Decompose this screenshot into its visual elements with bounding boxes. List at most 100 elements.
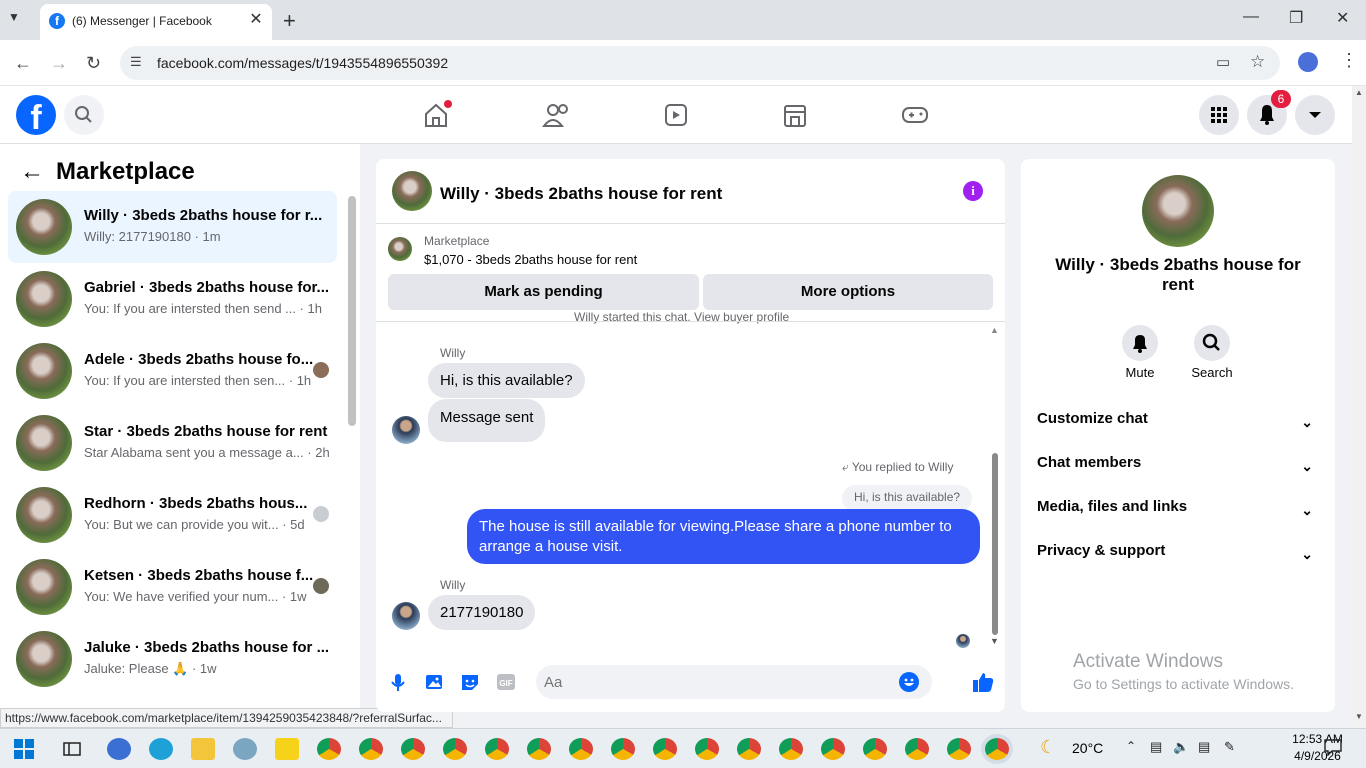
back-arrow-icon[interactable]: ← — [20, 158, 44, 186]
omnibox[interactable]: ☰ facebook.com/messages/t/19435548965503… — [120, 46, 1280, 80]
device-icon[interactable]: ▤ — [1150, 739, 1162, 755]
menu-grid-button[interactable] — [1199, 95, 1239, 135]
chrome-icon[interactable] — [863, 738, 887, 760]
sticky-notes-icon[interactable] — [275, 738, 299, 760]
chrome-icon[interactable] — [611, 738, 635, 760]
conversation-item[interactable]: Adele · 3beds 2baths house fo... You: If… — [8, 335, 337, 407]
info-icon[interactable]: i — [963, 181, 983, 201]
sticker-icon[interactable] — [459, 671, 481, 693]
file-explorer-icon[interactable] — [191, 738, 215, 760]
conversation-item[interactable]: Ketsen · 3beds 2baths house f... You: We… — [8, 551, 337, 623]
microphone-icon[interactable] — [387, 671, 409, 693]
forward-icon[interactable]: → — [50, 53, 68, 74]
facebook-logo[interactable]: f — [16, 95, 56, 137]
message-bubble-outgoing[interactable]: The house is still available for viewing… — [467, 509, 980, 564]
conversation-item[interactable]: Star · 3beds 2baths house for rent Star … — [8, 407, 337, 479]
network-icon[interactable]: ▤ — [1198, 739, 1210, 755]
conversation-item[interactable]: Willy · 3beds 2baths house for r... Will… — [8, 191, 337, 263]
scroll-up-icon[interactable]: ▲ — [1355, 88, 1363, 97]
bookmark-star-icon[interactable]: ☆ — [1250, 52, 1265, 72]
video-icon[interactable] — [656, 100, 696, 130]
page-scrollbar[interactable]: ▲ ▼ — [1352, 86, 1366, 726]
chrome-icon[interactable] — [485, 738, 509, 760]
profile-avatar[interactable] — [1298, 52, 1318, 72]
message-input[interactable] — [544, 672, 884, 692]
chrome-icon[interactable] — [905, 738, 929, 760]
chrome-icon[interactable] — [653, 738, 677, 760]
pen-icon[interactable]: ✎ — [1224, 739, 1235, 755]
media-files-links-row[interactable]: Media, files and links ⌄ — [1037, 498, 1319, 538]
edge-icon[interactable] — [149, 738, 173, 760]
privacy-support-row[interactable]: Privacy & support ⌄ — [1037, 542, 1319, 582]
chat-title[interactable]: Willy · 3beds 2baths house for rent — [440, 184, 722, 204]
chrome-icon[interactable] — [695, 738, 719, 760]
browser-tab[interactable]: f (6) Messenger | Facebook ✕ — [40, 4, 272, 40]
account-button[interactable] — [1295, 95, 1335, 135]
chevron-up-icon[interactable]: ⌃ — [1126, 739, 1136, 753]
restore-icon[interactable]: ❐ — [1289, 8, 1303, 28]
listing-thumbnail[interactable] — [388, 237, 412, 261]
temperature[interactable]: 20°C — [1072, 740, 1103, 756]
scroll-down-icon[interactable]: ▼ — [1355, 712, 1363, 721]
mute-button[interactable] — [1120, 325, 1160, 361]
friends-icon[interactable] — [536, 100, 576, 130]
like-thumb-icon[interactable] — [971, 670, 994, 692]
chrome-icon[interactable] — [737, 738, 761, 760]
close-window-icon[interactable]: ✕ — [1336, 8, 1349, 28]
tab-search-icon[interactable]: ▼ — [8, 10, 20, 24]
chat-header-avatar[interactable] — [392, 171, 432, 211]
minimize-icon[interactable]: — — [1243, 8, 1259, 26]
more-options-button[interactable]: More options — [703, 274, 993, 310]
back-icon[interactable]: ← — [14, 53, 32, 74]
sender-avatar[interactable] — [392, 602, 420, 630]
quoted-message[interactable]: Hi, is this available? — [842, 485, 973, 512]
message-composer[interactable] — [536, 665, 932, 699]
chat-members-row[interactable]: Chat members ⌄ — [1037, 454, 1319, 494]
chrome-icon[interactable] — [317, 738, 341, 760]
task-view-icon[interactable] — [62, 739, 82, 764]
windows-start-icon[interactable] — [14, 739, 34, 764]
gaming-icon[interactable] — [895, 100, 935, 130]
chrome-icon[interactable] — [821, 738, 845, 760]
conversation-item[interactable]: Redhorn · 3beds 2baths hous... You: But … — [8, 479, 337, 551]
listing-price-title[interactable]: $1,070 - 3beds 2baths house for rent — [424, 252, 637, 267]
photo-icon[interactable] — [423, 671, 445, 693]
sender-avatar[interactable] — [392, 416, 420, 444]
chrome-icon[interactable] — [947, 738, 971, 760]
search-button[interactable] — [64, 95, 104, 135]
customize-chat-row[interactable]: Customize chat ⌄ — [1037, 410, 1319, 450]
security-app-icon[interactable] — [107, 738, 131, 760]
chrome-icon[interactable] — [443, 738, 467, 760]
message-bubble-incoming[interactable]: Message sent — [428, 399, 546, 442]
tab-close-icon[interactable]: ✕ — [245, 9, 267, 29]
chrome-icon[interactable] — [359, 738, 383, 760]
reload-icon[interactable]: ↻ — [86, 53, 101, 74]
scroll-up-icon[interactable]: ▲ — [990, 325, 999, 335]
chrome-menu-icon[interactable]: ⋮ — [1340, 50, 1358, 71]
message-bubble-incoming[interactable]: 2177190180 — [428, 595, 536, 630]
emoji-icon[interactable] — [898, 671, 920, 698]
url-text[interactable]: facebook.com/messages/t/1943554896550392 — [157, 55, 448, 71]
site-info-icon[interactable]: ☰ — [130, 54, 142, 70]
message-bubble-incoming[interactable]: Hi, is this available? — [428, 363, 585, 398]
notification-center-icon[interactable] — [1324, 738, 1342, 761]
conversation-item[interactable]: Gabriel · 3beds 2baths house for... You:… — [8, 263, 337, 335]
chat-scrollbar[interactable] — [992, 453, 998, 635]
chrome-icon-active[interactable] — [985, 738, 1009, 760]
search-button[interactable] — [1192, 325, 1232, 361]
chrome-icon[interactable] — [779, 738, 803, 760]
scroll-down-icon[interactable]: ▼ — [990, 636, 999, 646]
profile-avatar-large[interactable] — [1142, 175, 1214, 247]
chrome-icon[interactable] — [527, 738, 551, 760]
new-tab-icon[interactable]: + — [283, 8, 296, 34]
chrome-icon[interactable] — [401, 738, 425, 760]
conversation-list-scrollbar[interactable] — [348, 196, 356, 426]
install-app-icon[interactable]: ▭ — [1216, 53, 1230, 71]
mark-as-pending-button[interactable]: Mark as pending — [388, 274, 699, 310]
weather-moon-icon[interactable]: ☾ — [1040, 737, 1056, 758]
gif-icon[interactable]: GIF — [495, 671, 517, 693]
snipping-tool-icon[interactable] — [233, 738, 257, 760]
home-icon[interactable] — [416, 100, 456, 130]
volume-icon[interactable]: 🔈 — [1173, 739, 1189, 755]
chrome-icon[interactable] — [569, 738, 593, 760]
